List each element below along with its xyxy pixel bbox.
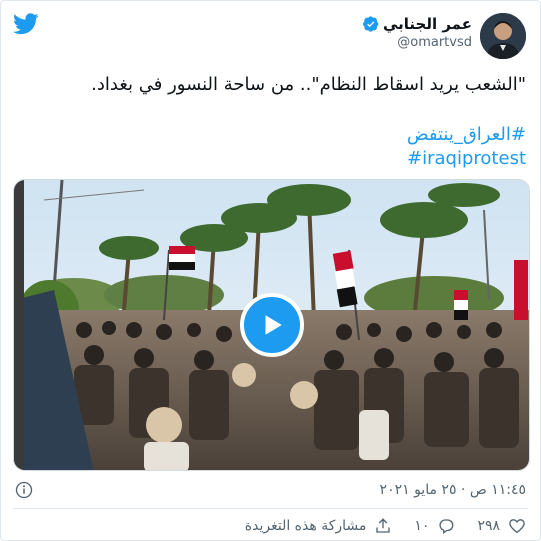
like-button[interactable]: ٢٩٨ xyxy=(477,517,526,535)
share-button[interactable]: مشاركة هذه التغريدة xyxy=(245,517,393,535)
like-count: ٢٩٨ xyxy=(477,518,500,534)
author-handle[interactable]: @omartvsd xyxy=(363,35,472,50)
share-label: مشاركة هذه التغريدة xyxy=(244,518,367,534)
author-name[interactable]: عمر الجنابي xyxy=(383,15,472,33)
divider xyxy=(13,508,528,509)
reply-icon xyxy=(439,519,454,535)
avatar[interactable] xyxy=(480,13,526,59)
play-button[interactable] xyxy=(240,293,304,357)
hashtag-link[interactable]: #العراق_ينتفض xyxy=(407,123,526,147)
tweet-timestamp[interactable]: ١١:٤٥ ص · ٢٥ مايو ٢٠٢١ xyxy=(380,482,526,498)
twitter-bird-icon[interactable] xyxy=(13,13,39,35)
avatar-image xyxy=(480,13,526,59)
play-icon xyxy=(265,315,282,335)
tweet-actions: ٢٩٨ ١٠ مشاركة هذه التغريدة xyxy=(245,517,526,535)
share-icon xyxy=(376,518,391,533)
tweet-text: "الشعب يريد اسقاط النظام".. من ساحة النس… xyxy=(91,74,526,95)
reply-count: ١٠ xyxy=(414,518,430,534)
heart-icon xyxy=(509,519,525,534)
tweet-card: عمر الجنابي @omartvsd "الشعب يريد اسقاط … xyxy=(0,0,541,541)
hashtag-link[interactable]: #iraqiprotest xyxy=(407,147,526,171)
tweet-author[interactable]: عمر الجنابي @omartvsd xyxy=(362,15,472,50)
info-icon[interactable] xyxy=(15,481,33,499)
video-player[interactable] xyxy=(13,179,530,471)
verified-badge-icon xyxy=(362,16,379,32)
hashtag-list: #العراق_ينتفض #iraqiprotest xyxy=(407,123,526,171)
reply-button[interactable]: ١٠ xyxy=(414,517,455,535)
